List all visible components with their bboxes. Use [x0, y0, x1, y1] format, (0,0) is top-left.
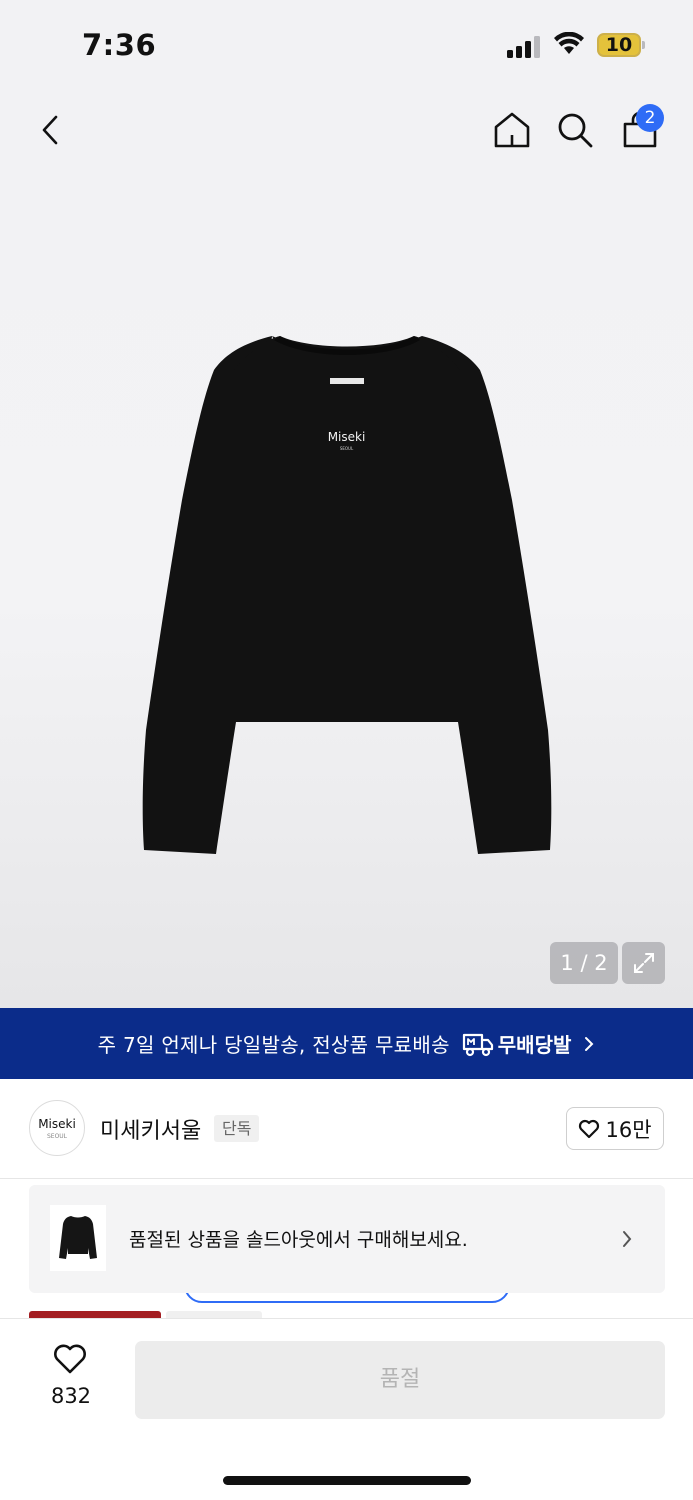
- brand-logo[interactable]: Miseki SEOUL: [29, 1100, 85, 1156]
- product-page: Miseki SEOUL 1 / 2 7:36 10 2 주 7일 언제나 당일…: [0, 0, 693, 1500]
- exclusive-badge: 단독: [214, 1115, 260, 1142]
- heart-icon: [579, 1119, 600, 1138]
- product-image: [142, 336, 552, 854]
- expand-button[interactable]: [622, 942, 665, 984]
- soldout-link-text: 품절된 상품을 솔드아웃에서 구매해보세요.: [129, 1229, 468, 1251]
- wishlist-count: 832: [50, 1384, 92, 1408]
- back-icon: [42, 115, 58, 145]
- search-button[interactable]: [551, 106, 599, 154]
- home-icon: [494, 112, 530, 148]
- soldout-button[interactable]: 품절: [135, 1341, 665, 1419]
- cart-count-badge: 2: [636, 104, 664, 132]
- battery-tip: [642, 41, 645, 49]
- product-image-logo-sub: SEOUL: [339, 446, 354, 451]
- scrolled-content-edge: [0, 1293, 693, 1318]
- expand-icon: [633, 953, 654, 973]
- wishlist-button[interactable]: 832: [40, 1343, 102, 1413]
- home-button[interactable]: [488, 106, 536, 154]
- brand-like-button[interactable]: 16만: [566, 1107, 664, 1150]
- shipping-banner-brand: 무배당발: [497, 1033, 572, 1057]
- wifi-icon: [554, 32, 584, 54]
- shipping-banner[interactable]: 주 7일 언제나 당일발송, 전상품 무료배송 무배당발: [0, 1008, 693, 1079]
- chevron-right-icon: [623, 1231, 632, 1247]
- home-indicator: [223, 1476, 471, 1485]
- partial-gray-badge: [166, 1311, 262, 1318]
- battery-icon: 10: [597, 33, 645, 57]
- product-image-logo: Miseki: [327, 430, 366, 444]
- soldout-link-card[interactable]: 품절된 상품을 솔드아웃에서 구매해보세요.: [29, 1185, 665, 1293]
- status-time: 7:36: [82, 28, 157, 62]
- search-icon: [558, 113, 593, 148]
- partial-red-badge: [29, 1311, 161, 1318]
- chevron-right-icon: [585, 1036, 594, 1051]
- brand-logo-main: Miseki: [38, 1117, 76, 1131]
- top-nav-bar: [0, 90, 693, 180]
- brand-logo-sub: SEOUL: [46, 1133, 68, 1140]
- status-bar: 7:36 10: [0, 0, 693, 90]
- brand-row: Miseki SEOUL 미세키서울 단독 16만: [0, 1079, 693, 1179]
- image-pager: 1 / 2: [550, 942, 618, 984]
- back-button[interactable]: [26, 106, 74, 154]
- battery-level: 10: [605, 34, 633, 56]
- soldout-thumbnail: [50, 1205, 106, 1271]
- brand-like-count: 16만: [605, 1117, 652, 1142]
- partial-outline-button: [184, 1293, 510, 1303]
- signal-icon: [507, 36, 540, 58]
- brand-name[interactable]: 미세키서울: [100, 1113, 201, 1145]
- truck-icon: [462, 1033, 493, 1056]
- heart-icon: [54, 1344, 86, 1374]
- shipping-banner-text: 주 7일 언제나 당일발송, 전상품 무료배송: [97, 1033, 450, 1057]
- bottom-action-bar: 832 품절: [0, 1318, 693, 1500]
- shirt-thumbnail-icon: [59, 1216, 97, 1259]
